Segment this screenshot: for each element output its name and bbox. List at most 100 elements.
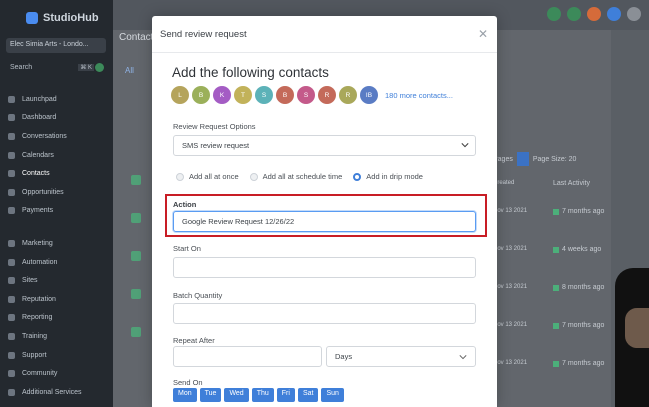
repeat-after-input[interactable] bbox=[173, 346, 322, 367]
day-toggle-sat[interactable]: Sat bbox=[297, 388, 319, 402]
topbar-action-icon[interactable] bbox=[567, 7, 581, 21]
close-icon[interactable]: ✕ bbox=[478, 27, 488, 41]
day-toggle-mon[interactable]: Mon bbox=[173, 388, 197, 402]
activity-icon bbox=[553, 322, 559, 329]
action-input[interactable]: Google Review Request 12/26/22 bbox=[173, 211, 476, 232]
sidebar-item-reputation[interactable]: Reputation bbox=[8, 290, 108, 309]
row-checkbox[interactable] bbox=[131, 213, 141, 223]
sidebar-item-label: Opportunities bbox=[22, 188, 64, 196]
brand: StudioHub bbox=[26, 12, 99, 24]
sidebar-item-label: Launchpad bbox=[22, 95, 57, 103]
sidebar-item-payments[interactable]: Payments bbox=[8, 202, 108, 221]
sidebar-item-automation[interactable]: Automation bbox=[8, 253, 108, 272]
payments-icon bbox=[8, 207, 15, 215]
chevron-down-icon bbox=[461, 143, 469, 148]
nav-divider bbox=[8, 220, 108, 234]
radio-circle bbox=[249, 172, 258, 181]
contact-avatar: B bbox=[276, 86, 294, 104]
quick-add-icon[interactable] bbox=[95, 63, 104, 72]
row-last-activity: 7 months ago bbox=[553, 208, 604, 215]
radio-label: Add in drip mode bbox=[366, 172, 423, 181]
opportunities-icon bbox=[8, 188, 15, 196]
sidebar-item-calendars[interactable]: Calendars bbox=[8, 146, 108, 165]
sidebar-item-support[interactable]: Support bbox=[8, 346, 108, 365]
radio-add-in-drip-mode[interactable]: Add in drip mode bbox=[353, 172, 423, 181]
sidebar-item-label: Dashboard bbox=[22, 114, 57, 122]
pager-current[interactable] bbox=[516, 152, 529, 166]
sidebar-item-label: Contacts bbox=[22, 170, 50, 178]
sidebar-item-label: Support bbox=[22, 351, 47, 359]
day-toggle-tue[interactable]: Tue bbox=[199, 388, 222, 402]
topbar-action-icon[interactable] bbox=[587, 7, 601, 21]
reporting-icon bbox=[8, 314, 15, 322]
calendars-icon bbox=[8, 151, 15, 159]
brand-name: StudioHub bbox=[43, 12, 99, 24]
topbar-icons bbox=[547, 7, 641, 21]
row-last-activity-text: 7 months ago bbox=[562, 322, 605, 329]
start-on-input[interactable] bbox=[173, 257, 476, 278]
contacts-icon bbox=[8, 170, 15, 178]
sidebar-item-reporting[interactable]: Reporting bbox=[8, 309, 108, 328]
row-checkbox[interactable] bbox=[131, 327, 141, 337]
topbar-action-icon[interactable] bbox=[607, 7, 621, 21]
row-checkboxes bbox=[131, 175, 141, 365]
page-size[interactable]: Page Size: 20 bbox=[533, 156, 577, 163]
sidebar-item-community[interactable]: Community bbox=[8, 364, 108, 383]
options-label: Review Request Options bbox=[173, 122, 256, 131]
sidebar-item-sites[interactable]: Sites bbox=[8, 271, 108, 290]
training-icon bbox=[8, 332, 15, 340]
automation-icon bbox=[8, 258, 15, 266]
batch-quantity-input[interactable] bbox=[173, 303, 476, 324]
launchpad-icon bbox=[8, 95, 15, 103]
sidebar-search[interactable]: Search ⌘ K bbox=[6, 62, 106, 75]
conversations-icon bbox=[8, 132, 15, 140]
start-on-label: Start On bbox=[173, 244, 201, 253]
sidebar-item-dashboard[interactable]: Dashboard bbox=[8, 109, 108, 128]
account-switcher[interactable]: Elec Simia Arts - Londo... bbox=[6, 38, 106, 53]
topbar-action-icon[interactable] bbox=[547, 7, 561, 21]
row-created-date: Nov 13 2021 bbox=[493, 246, 528, 252]
sidebar-item-marketing[interactable]: Marketing bbox=[8, 234, 108, 253]
reputation-icon bbox=[8, 295, 15, 303]
review-options-select[interactable]: SMS review request bbox=[173, 135, 476, 156]
modal-header: Send review request ✕ bbox=[152, 16, 497, 53]
tab-all[interactable]: All bbox=[125, 66, 134, 75]
row-checkbox[interactable] bbox=[131, 251, 141, 261]
sidebar-item-training[interactable]: Training bbox=[8, 327, 108, 346]
sidebar-item-contacts[interactable]: Contacts bbox=[8, 164, 108, 183]
day-toggle-fri[interactable]: Fri bbox=[276, 388, 295, 402]
activity-icon bbox=[553, 208, 559, 215]
repeat-after-label: Repeat After bbox=[173, 336, 215, 345]
user-avatar[interactable] bbox=[627, 7, 641, 21]
repeat-unit-select[interactable]: Days bbox=[326, 346, 476, 367]
sidebar-item-conversations[interactable]: Conversations bbox=[8, 127, 108, 146]
sidebar-item-launchpad[interactable]: Launchpad bbox=[8, 90, 108, 109]
dashboard-icon bbox=[8, 114, 15, 122]
row-created-date: Nov 13 2021 bbox=[493, 322, 528, 328]
row-checkbox[interactable] bbox=[131, 289, 141, 299]
more-contacts-link[interactable]: 180 more contacts... bbox=[385, 91, 453, 100]
review-options-value: SMS review request bbox=[182, 141, 250, 150]
day-toggle-thu[interactable]: Thu bbox=[251, 388, 274, 402]
action-label: Action bbox=[173, 200, 197, 209]
contact-avatar: R bbox=[318, 86, 336, 104]
send-on-label: Send On bbox=[173, 378, 203, 387]
additional-services-icon bbox=[8, 388, 15, 396]
radio-circle bbox=[176, 172, 184, 181]
contact-avatar: S bbox=[297, 86, 315, 104]
radio-add-all-at-once[interactable]: Add all at once bbox=[176, 172, 239, 181]
contact-avatar: R bbox=[339, 86, 357, 104]
radio-add-all-at-schedule-time[interactable]: Add all at schedule time bbox=[249, 172, 342, 181]
send-review-request-modal: Send review request ✕ Add the following … bbox=[152, 16, 497, 407]
day-toggle-sun[interactable]: Sun bbox=[321, 388, 344, 402]
sidebar-item-label: Marketing bbox=[22, 239, 53, 247]
row-checkbox[interactable] bbox=[131, 175, 141, 185]
contact-avatar: L bbox=[171, 86, 189, 104]
sidebar-item-opportunities[interactable]: Opportunities bbox=[8, 183, 108, 202]
activity-icon bbox=[553, 360, 559, 367]
repeat-after-row: Days bbox=[173, 346, 476, 367]
day-toggle-wed[interactable]: Wed bbox=[224, 388, 249, 402]
activity-icon bbox=[553, 246, 559, 253]
presenter-photo bbox=[615, 268, 649, 407]
sidebar-item-additional-services[interactable]: Additional Services bbox=[8, 383, 108, 402]
